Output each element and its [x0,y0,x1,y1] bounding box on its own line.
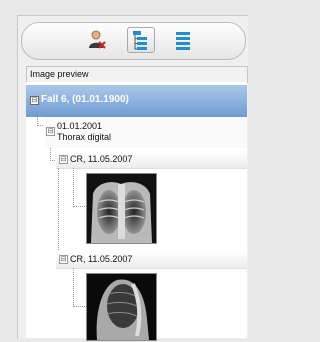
user-remove-icon [89,30,106,49]
tree-view-button[interactable] [127,27,155,53]
study-date: 01.01.2001 [57,121,103,131]
tree-connector [73,268,87,307]
tree-connector [73,168,87,207]
remove-patient-button[interactable] [84,28,110,52]
tree-connector [37,117,43,126]
panel-toolbar [21,22,246,60]
tree-case-row[interactable]: ⊟ Fall 6, (01.01.1900) [26,85,247,117]
panel-header: Image preview [26,66,248,83]
chest-xray-frontal-image [87,174,156,243]
study-description: Thorax digital [57,132,112,142]
xray-thumbnail-frontal[interactable] [86,173,157,244]
series-label: CR, 11.05.2007 [70,254,133,264]
tree-series-row[interactable]: ⊟ CR, 11.05.2007 [56,251,247,269]
tree-view-icon [133,31,147,50]
list-view-icon [176,32,190,50]
list-view-button[interactable] [170,28,196,52]
xray-thumbnail-lateral[interactable] [86,273,157,341]
collapse-icon[interactable]: ⊟ [59,255,68,264]
panel-title: Image preview [30,69,89,79]
collapse-icon[interactable]: ⊟ [30,96,39,105]
case-label: Fall 6, (01.01.1900) [41,94,129,105]
chest-xray-lateral-image [87,274,156,340]
tree-connector [58,168,60,262]
series-label: CR, 11.05.2007 [70,154,133,164]
collapse-icon[interactable]: ⊟ [59,155,68,164]
collapse-icon[interactable]: ⊟ [46,127,55,136]
tree-series-row[interactable]: ⊟ CR, 11.05.2007 [56,151,247,169]
